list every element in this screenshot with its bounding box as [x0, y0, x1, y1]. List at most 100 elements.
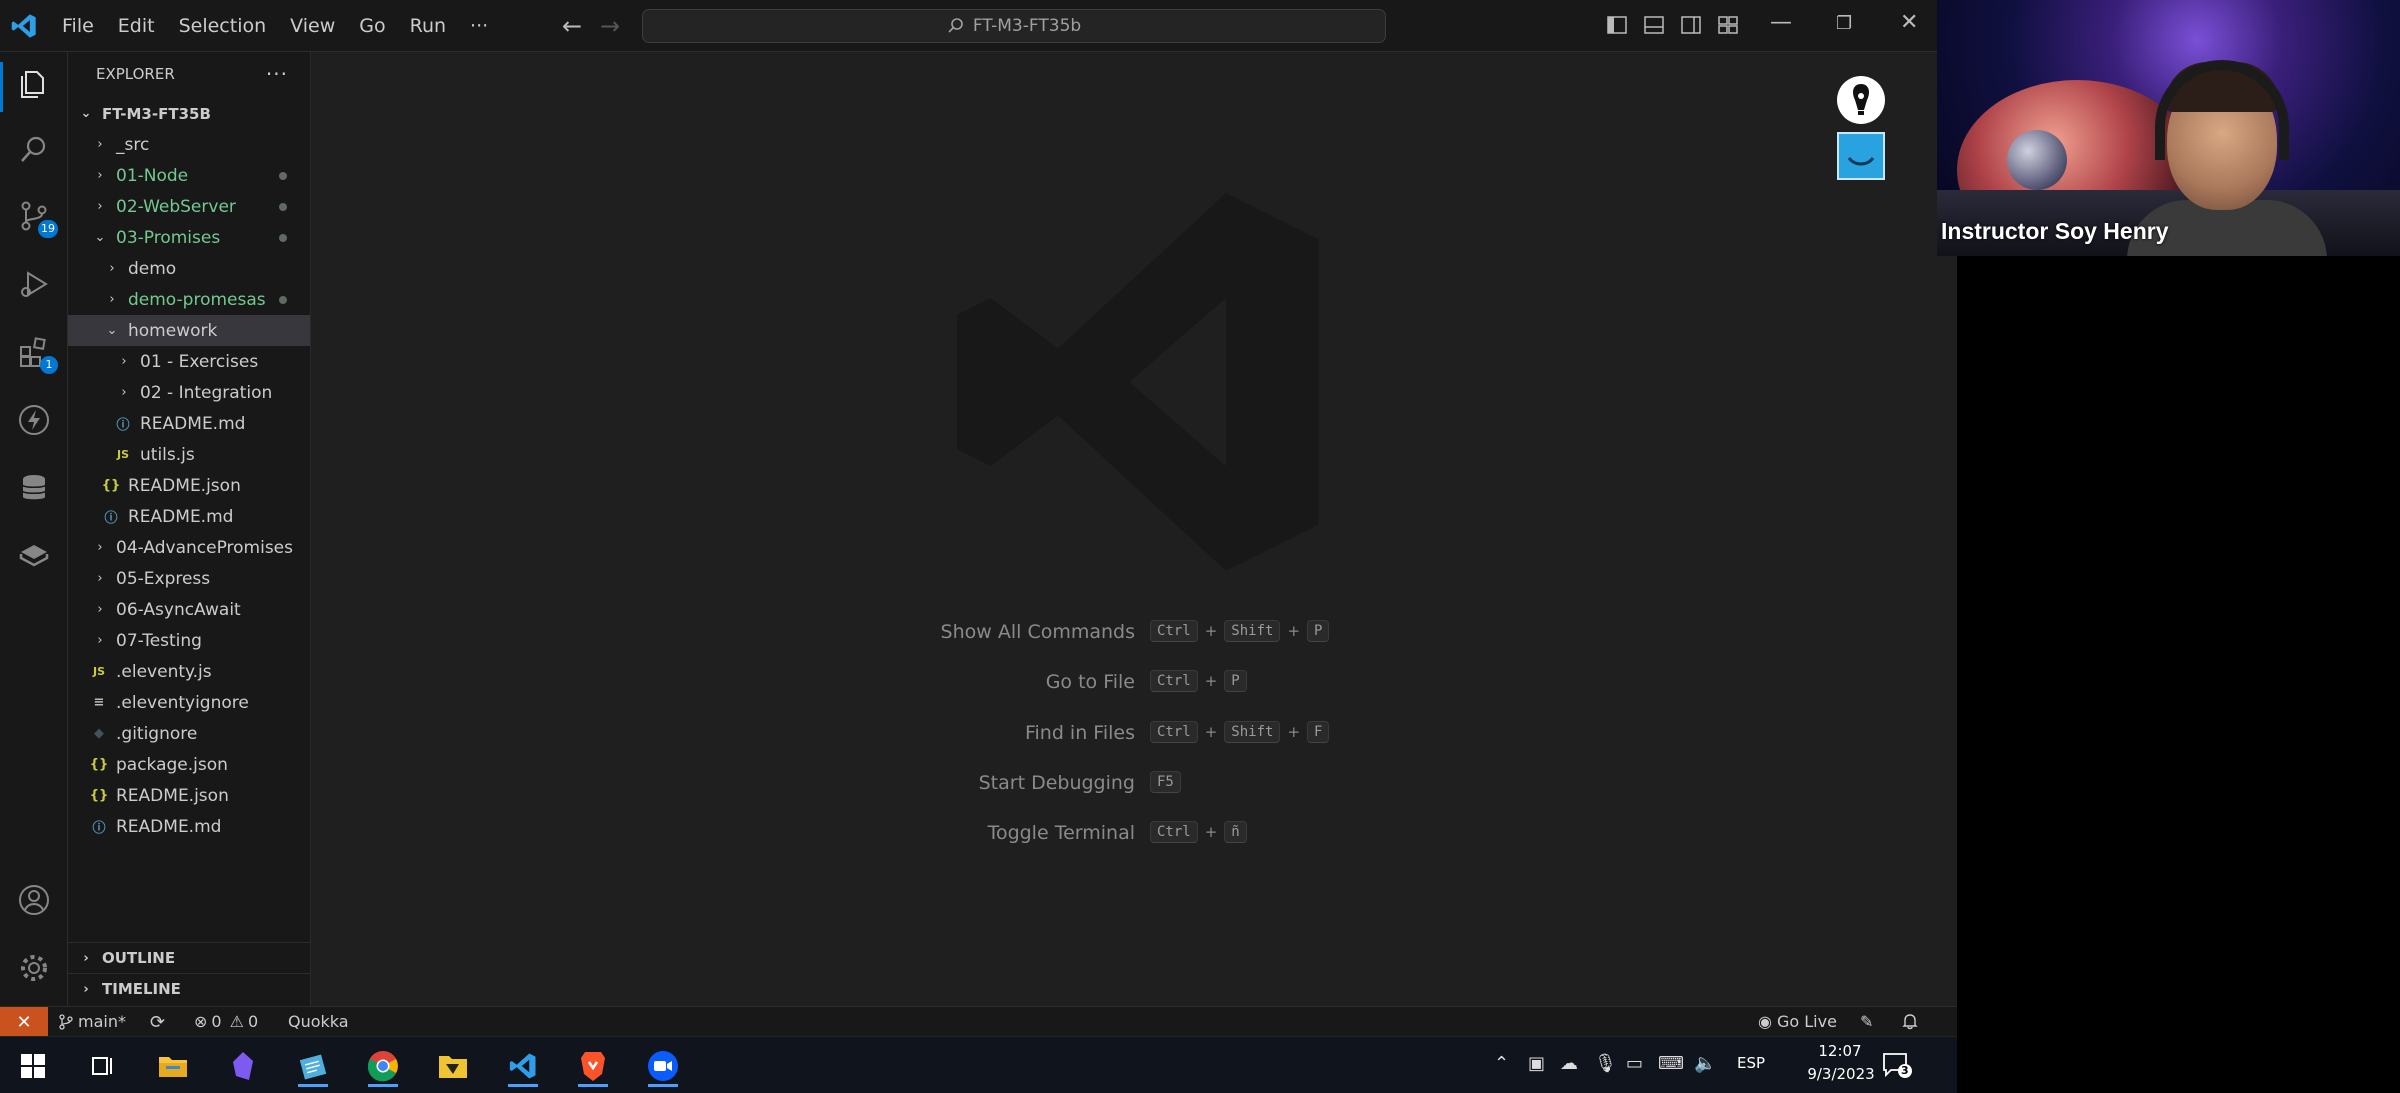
thunder-client-icon[interactable]	[16, 402, 52, 438]
menu-file[interactable]: File	[50, 15, 106, 37]
vscode-logo-icon[interactable]	[10, 12, 38, 40]
menu-edit[interactable]: Edit	[106, 15, 167, 37]
show-hidden-icons-chevron-icon[interactable]: ⌃	[1494, 1053, 1509, 1074]
file-explorer-icon[interactable]	[152, 1045, 194, 1087]
folder-01-node[interactable]: › 01-Node	[68, 160, 310, 191]
notepad-icon[interactable]	[292, 1045, 334, 1087]
vscode-window: File Edit Selection View Go Run ··· ← → …	[0, 0, 1957, 1037]
file-readme-md[interactable]: ⓘ README.md	[68, 811, 310, 842]
folder-demo-promesas[interactable]: › demo-promesas	[68, 284, 310, 315]
onedrive-icon[interactable]: ☁	[1560, 1053, 1578, 1074]
folder-demo[interactable]: › demo	[68, 253, 310, 284]
chevron-right-icon: ›	[121, 385, 127, 400]
back-arrow-icon[interactable]: ←	[562, 12, 582, 40]
folder-02-webserver[interactable]: › 02-WebServer	[68, 191, 310, 222]
minimize-icon[interactable]: —	[1770, 10, 1792, 35]
chrome-icon[interactable]	[362, 1045, 404, 1087]
json-file-icon: {}	[89, 788, 109, 803]
sync-button[interactable]: ⟳	[150, 1012, 165, 1033]
clock-date[interactable]: 9/3/2023	[1786, 1065, 1896, 1083]
file-readme-md[interactable]: ⓘ README.md	[68, 501, 310, 532]
notifications-bell-icon[interactable]	[1902, 1012, 1918, 1030]
obsidian-icon[interactable]	[222, 1045, 264, 1087]
chevron-down-icon: ⌄	[94, 230, 106, 245]
file-readme-md[interactable]: ⓘ README.md	[68, 408, 310, 439]
search-icon[interactable]	[16, 132, 52, 168]
clock-time[interactable]: 12:07	[1800, 1042, 1880, 1060]
source-control-icon[interactable]: 19	[16, 198, 58, 238]
workspace-root[interactable]: ⌄ FT-M3-FT35B	[68, 98, 310, 129]
command-center-search[interactable]: FT-M3-FT35b	[642, 9, 1386, 43]
folder-04-advancepromises[interactable]: › 04-AdvancePromises	[68, 532, 310, 563]
zoom-icon[interactable]	[642, 1045, 684, 1087]
folder-01-exercises[interactable]: › 01 - Exercises	[68, 346, 310, 377]
pen-extension-icon[interactable]	[1837, 76, 1885, 124]
problems-indicator[interactable]: ⊗ 0 ⚠ 0	[194, 1012, 258, 1031]
toggle-primary-sidebar-icon[interactable]	[1606, 14, 1628, 36]
plus-sign: +	[1204, 672, 1218, 690]
account-icon[interactable]	[16, 882, 52, 918]
active-app-indicator	[368, 1084, 398, 1087]
shortcut-start-debugging: Start Debugging F5	[312, 769, 1957, 799]
go-live-button[interactable]: ◉ Go Live	[1758, 1012, 1837, 1031]
file-readme-json[interactable]: {} README.json	[68, 780, 310, 811]
file-gitignore[interactable]: ◆ .gitignore	[68, 718, 310, 749]
docker-icon[interactable]	[16, 538, 52, 574]
js-file-icon: JS	[92, 665, 105, 678]
toggle-secondary-sidebar-icon[interactable]	[1680, 14, 1702, 36]
database-icon[interactable]	[16, 470, 52, 506]
extensions-icon[interactable]: 1	[16, 334, 58, 374]
empty-screen-area	[1957, 1036, 2400, 1093]
folder-07-testing[interactable]: › 07-Testing	[68, 625, 310, 656]
file-package-json[interactable]: {} package.json	[68, 749, 310, 780]
more-actions-button[interactable]: ···	[266, 62, 288, 86]
feedback-icon[interactable]: ✎	[1860, 1012, 1873, 1031]
microphone-icon[interactable]: 🎙	[1594, 1053, 1617, 1074]
smile-extension-icon[interactable]	[1837, 132, 1885, 180]
menu-run[interactable]: Run	[398, 15, 458, 37]
active-app-indicator	[648, 1084, 678, 1087]
volume-icon[interactable]: 🔈	[1694, 1053, 1716, 1074]
file-utils-js[interactable]: JS utils.js	[68, 439, 310, 470]
vscode-taskbar-icon[interactable]	[502, 1045, 544, 1087]
error-icon: ⊗	[194, 1012, 208, 1031]
explorer-icon[interactable]	[16, 66, 52, 102]
folder-02-integration[interactable]: › 02 - Integration	[68, 377, 310, 408]
shortcut-keys: F5	[1150, 771, 1181, 793]
menu-view[interactable]: View	[278, 15, 347, 37]
timeline-section[interactable]: › TIMELINE	[68, 973, 310, 1004]
customize-layout-icon[interactable]	[1717, 14, 1739, 36]
folder-06-asyncawait[interactable]: › 06-AsyncAwait	[68, 594, 310, 625]
battery-icon[interactable]: ▭	[1626, 1053, 1643, 1074]
menu-go[interactable]: Go	[347, 15, 397, 37]
toggle-panel-icon[interactable]	[1643, 14, 1665, 36]
windows-start-icon[interactable]	[12, 1045, 54, 1087]
chevron-down-icon: ⌄	[80, 106, 92, 121]
git-branch[interactable]: main*	[58, 1012, 126, 1031]
folder-03-promises[interactable]: ⌄ 03-Promises	[68, 222, 310, 253]
key: Ctrl	[1150, 821, 1198, 843]
file-eleventy-js[interactable]: JS .eleventy.js	[68, 656, 310, 687]
quokka-button[interactable]: Quokka	[288, 1012, 349, 1031]
notification-center-icon[interactable]: 3	[1882, 1051, 1912, 1079]
input-language[interactable]: ESP	[1737, 1054, 1765, 1072]
folder-05-express[interactable]: › 05-Express	[68, 563, 310, 594]
folder-app-icon[interactable]	[432, 1045, 474, 1087]
network-icon[interactable]: ⌨	[1658, 1053, 1684, 1074]
file-readme-json[interactable]: {} README.json	[68, 470, 310, 501]
run-debug-icon[interactable]	[16, 266, 52, 302]
settings-gear-icon[interactable]	[16, 950, 52, 986]
menu-selection[interactable]: Selection	[167, 15, 279, 37]
folder-src[interactable]: › _src	[68, 129, 310, 160]
folder-homework[interactable]: ⌄ homework	[68, 315, 310, 346]
menu-more[interactable]: ···	[458, 15, 500, 37]
close-icon[interactable]: ✕	[1900, 10, 1918, 35]
brave-icon[interactable]	[572, 1045, 614, 1087]
forward-arrow-icon[interactable]: →	[600, 12, 620, 40]
tray-app-icon[interactable]: ▣	[1528, 1053, 1545, 1074]
file-eleventyignore[interactable]: ≡ .eleventyignore	[68, 687, 310, 718]
restore-icon[interactable]: ❐	[1836, 13, 1852, 34]
task-view-icon[interactable]	[82, 1045, 124, 1087]
remote-indicator-icon[interactable]: ✕	[0, 1007, 48, 1037]
outline-section[interactable]: › OUTLINE	[68, 942, 310, 973]
